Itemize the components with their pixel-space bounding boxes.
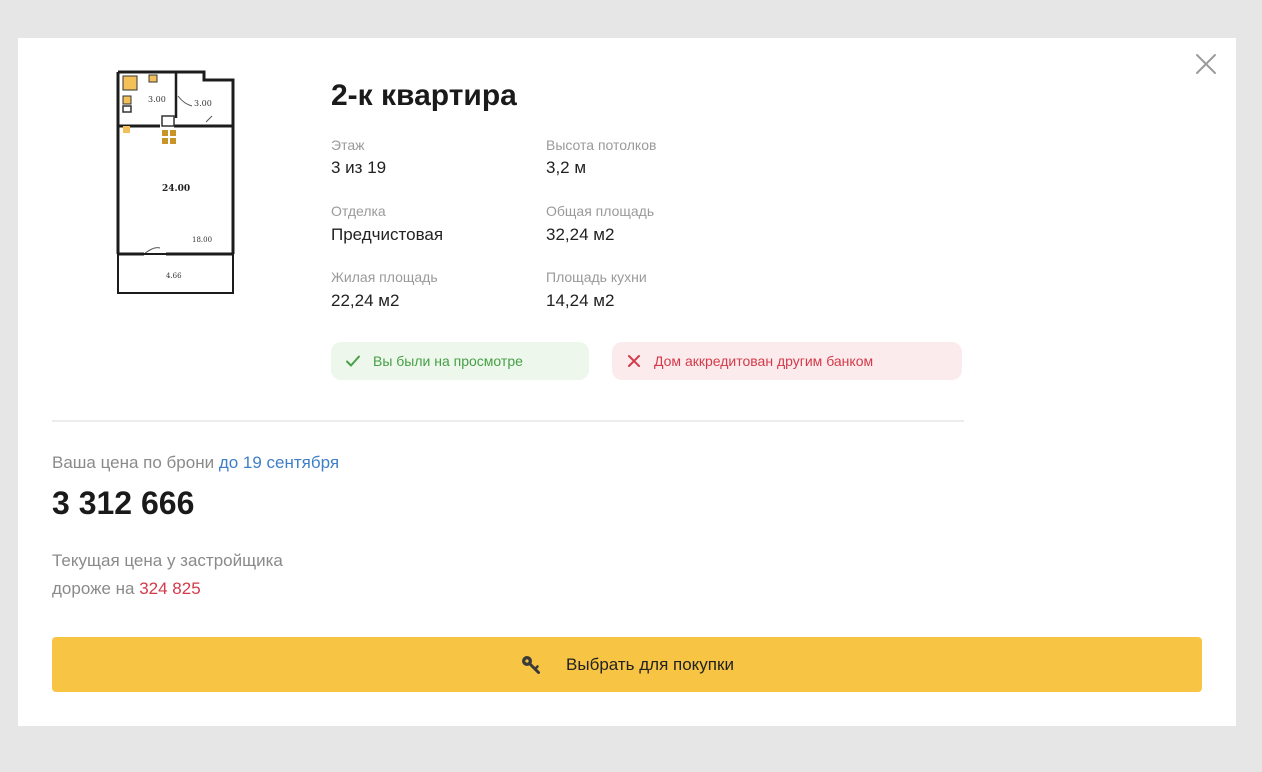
price-difference-line: дороже на 324 825 bbox=[52, 578, 201, 600]
floor-plan-label: 24.00 bbox=[162, 184, 190, 194]
deadline-link[interactable]: до 19 сентября bbox=[219, 453, 339, 472]
kitchen-area-value: 14,24 м2 bbox=[546, 291, 615, 310]
floor-plan-label: 4.66 bbox=[166, 272, 182, 280]
bank-accreditation-badge: Дом аккредитован другим банком bbox=[612, 342, 962, 380]
cross-icon bbox=[628, 355, 640, 367]
buy-button-label: Выбрать для покупки bbox=[566, 654, 734, 674]
key-icon bbox=[522, 655, 541, 674]
price-caption-text: Ваша цена по брони bbox=[52, 453, 219, 472]
price-difference-value: 324 825 bbox=[139, 579, 201, 598]
bank-badge-label: Дом аккредитован другим банком bbox=[654, 353, 874, 369]
finish-label: Отделка bbox=[331, 203, 386, 219]
finish-value: Предчистовая bbox=[331, 225, 444, 244]
floor-plan-label: 18.00 bbox=[192, 236, 212, 244]
reservation-price-caption: Ваша цена по брони до 19 сентября bbox=[52, 452, 339, 474]
select-for-purchase-button[interactable]: Выбрать для покупки bbox=[52, 637, 1202, 692]
apartment-card: 3.00 3.00 24.00 18.00 4.66 2-к квартира … bbox=[18, 38, 1236, 726]
apartment-title: 2-к квартира bbox=[331, 79, 517, 112]
divider bbox=[52, 420, 964, 422]
total-area-label: Общая площадь bbox=[546, 203, 655, 219]
price-value: 3 312 666 bbox=[52, 485, 195, 521]
living-area-label: Жилая площадь bbox=[331, 269, 438, 285]
floor-plan-label: 3.00 bbox=[194, 99, 212, 108]
floor-value: 3 из 19 bbox=[331, 158, 387, 177]
living-area-value: 22,24 м2 bbox=[331, 291, 400, 310]
close-icon[interactable] bbox=[1194, 52, 1218, 76]
price-difference-prefix: дороже на bbox=[52, 579, 140, 598]
ceiling-height-value: 3,2 м bbox=[546, 158, 587, 177]
kitchen-area-label: Площадь кухни bbox=[546, 269, 647, 285]
total-area-value: 32,24 м2 bbox=[546, 225, 615, 244]
ceiling-height-label: Высота потолков bbox=[546, 137, 657, 153]
floor-plan-label: 3.00 bbox=[148, 95, 166, 104]
floor-label: Этаж bbox=[331, 137, 365, 153]
visited-badge: Вы были на просмотре bbox=[331, 342, 589, 380]
visited-badge-label: Вы были на просмотре bbox=[373, 353, 523, 369]
check-icon bbox=[346, 355, 360, 367]
developer-price-note: Текущая цена у застройщика bbox=[52, 551, 283, 570]
floor-plan-image[interactable]: 3.00 3.00 24.00 18.00 4.66 bbox=[114, 68, 240, 298]
